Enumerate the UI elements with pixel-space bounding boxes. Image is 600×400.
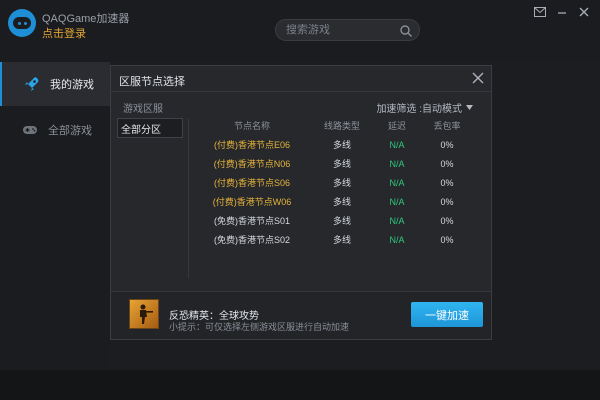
- game-thumbnail-icon: [129, 299, 159, 329]
- dialog-footer: 反恐精英：全球攻势 小提示：可仅选择左侧游戏区服进行自动加速 一键加速: [111, 291, 491, 339]
- node-name: (付费)香港节点W06: [212, 197, 292, 207]
- dialog-header: 区服节点选择: [111, 66, 491, 92]
- login-link[interactable]: 点击登录: [42, 25, 86, 41]
- packet-loss: 0%: [440, 139, 454, 150]
- line-type: 多线: [332, 178, 351, 188]
- latency: N/A: [389, 158, 405, 169]
- table-row[interactable]: (免费)香港节点S02 多线 N/A 0%: [197, 230, 477, 249]
- title-bar: QAQGame加速器 点击登录: [0, 0, 600, 60]
- line-type: 多线: [332, 235, 351, 245]
- node-name: (付费)香港节点S06: [213, 178, 290, 188]
- search-input[interactable]: [286, 24, 396, 36]
- latency: N/A: [389, 177, 405, 188]
- region-item-all[interactable]: 全部分区: [117, 118, 183, 138]
- packet-loss: 0%: [440, 158, 454, 169]
- packet-loss: 0%: [440, 177, 454, 188]
- table-row[interactable]: (付费)香港节点N06 多线 N/A 0%: [197, 154, 477, 173]
- dialog-title: 区服节点选择: [119, 76, 185, 88]
- node-select-dialog: 区服节点选择 游戏区服 加速筛选 :自动模式 全部分区 节点名称 线路类型 延迟…: [110, 65, 492, 340]
- region-header: 游戏区服: [123, 104, 163, 115]
- node-name: (免费)香港节点S02: [213, 235, 290, 245]
- sidebar: 我的游戏 全部游戏: [0, 60, 110, 370]
- line-type: 多线: [332, 216, 351, 226]
- search-icon[interactable]: [399, 24, 413, 38]
- accelerate-button[interactable]: 一键加速: [411, 302, 483, 327]
- window-controls: [532, 4, 592, 20]
- dialog-close-icon[interactable]: [471, 71, 485, 85]
- rocket-icon: [25, 77, 39, 91]
- filter-label: 加速筛选 :自动模式: [376, 104, 462, 115]
- table-row[interactable]: (付费)香港节点E06 多线 N/A 0%: [197, 135, 477, 154]
- sidebar-item-label: 我的游戏: [50, 79, 94, 91]
- close-icon[interactable]: [576, 4, 592, 20]
- packet-loss: 0%: [440, 196, 454, 207]
- node-name: (免费)香港节点S01: [213, 216, 290, 226]
- line-type: 多线: [332, 140, 351, 150]
- table-header: 节点名称 线路类型 延迟 丢包率: [197, 116, 477, 135]
- packet-loss: 0%: [440, 234, 454, 245]
- packet-loss: 0%: [440, 215, 454, 226]
- table-row[interactable]: (免费)香港节点S01 多线 N/A 0%: [197, 211, 477, 230]
- latency: N/A: [389, 196, 405, 207]
- line-type: 多线: [332, 197, 351, 207]
- node-table: 节点名称 线路类型 延迟 丢包率 (付费)香港节点E06 多线 N/A 0% (…: [197, 116, 477, 249]
- column-header: 延迟: [387, 121, 406, 131]
- tip-text: 小提示：可仅选择左侧游戏区服进行自动加速: [169, 322, 350, 332]
- accel-filter-dropdown[interactable]: 加速筛选 :自动模式: [376, 100, 473, 115]
- node-name: (付费)香港节点E06: [213, 140, 290, 150]
- bottom-strip: [0, 370, 600, 400]
- sidebar-item-all-games[interactable]: 全部游戏: [0, 108, 110, 152]
- latency: N/A: [389, 215, 405, 226]
- mail-icon[interactable]: [532, 4, 548, 20]
- minimize-icon[interactable]: [554, 4, 570, 20]
- latency: N/A: [389, 139, 405, 150]
- table-row[interactable]: (付费)香港节点W06 多线 N/A 0%: [197, 192, 477, 211]
- app-title: QAQGame加速器: [42, 13, 130, 25]
- node-name: (付费)香港节点N06: [213, 159, 291, 169]
- app-logo-icon: [8, 9, 36, 37]
- chevron-down-icon: [466, 105, 473, 110]
- gamepad-icon: [23, 126, 37, 134]
- column-header: 丢包率: [433, 121, 461, 131]
- sidebar-item-label: 全部游戏: [48, 125, 92, 137]
- line-type: 多线: [332, 159, 351, 169]
- table-row[interactable]: (付费)香港节点S06 多线 N/A 0%: [197, 173, 477, 192]
- column-header: 线路类型: [323, 121, 360, 131]
- search-box[interactable]: [275, 19, 420, 41]
- column-header: 节点名称: [233, 121, 270, 131]
- latency: N/A: [389, 234, 405, 245]
- sidebar-item-my-games[interactable]: 我的游戏: [0, 62, 110, 106]
- region-list: 全部分区: [117, 118, 189, 278]
